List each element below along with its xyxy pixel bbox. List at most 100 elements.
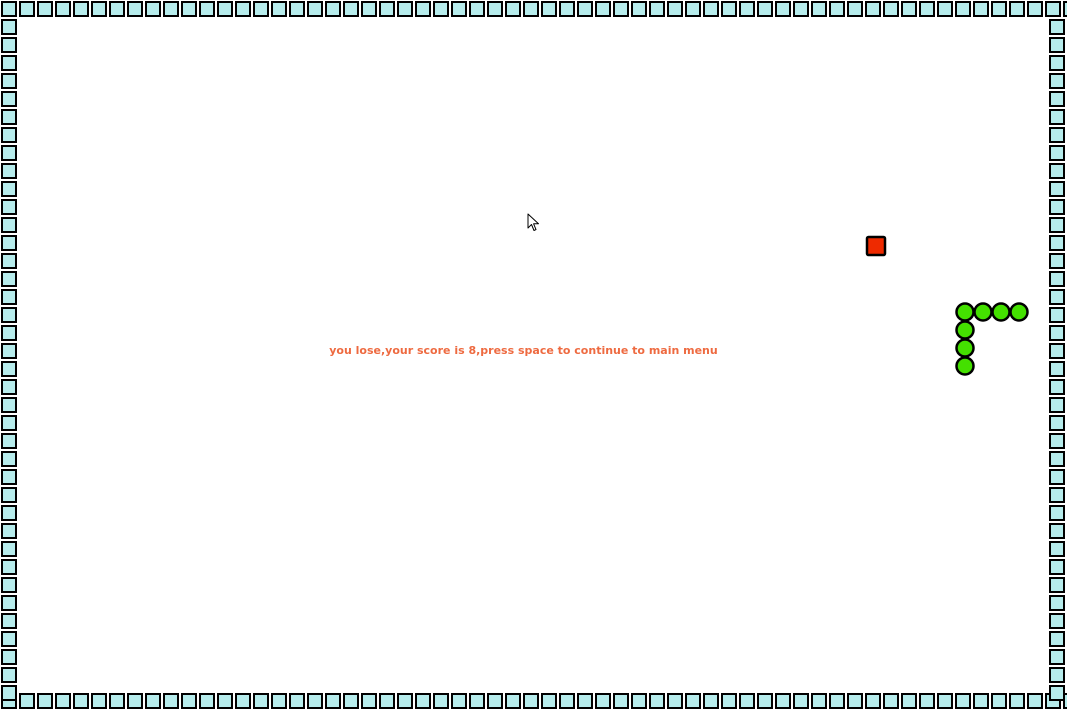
wall-tile (1049, 415, 1065, 431)
wall-tile (541, 693, 557, 709)
wall-tile (865, 1, 881, 17)
wall-tile (829, 1, 845, 17)
wall-tile (667, 1, 683, 17)
wall-tile (793, 1, 809, 17)
wall-tile (325, 693, 341, 709)
snake-segment (955, 302, 975, 322)
wall-tile (1, 397, 17, 413)
wall-tile (1, 271, 17, 287)
wall-tile (469, 1, 485, 17)
wall-tile (217, 693, 233, 709)
wall-tile (541, 1, 557, 17)
wall-tile (631, 693, 647, 709)
wall-tile (523, 693, 539, 709)
wall-tile (1049, 397, 1065, 413)
wall-tile (685, 1, 701, 17)
wall-tile (1049, 541, 1065, 557)
wall-tile (1, 19, 17, 35)
wall-tile (1049, 217, 1065, 233)
wall-tile (1049, 199, 1065, 215)
wall-tile (199, 693, 215, 709)
wall-tile (757, 693, 773, 709)
wall-tile (505, 1, 521, 17)
game-window: you lose,your score is 8,press space to … (0, 0, 1067, 711)
wall-tile (955, 1, 971, 17)
wall-tile (181, 693, 197, 709)
snake-segment (991, 302, 1011, 322)
wall-tile (1, 127, 17, 143)
wall-tile (1045, 1, 1061, 17)
wall-tile (811, 1, 827, 17)
wall-tile (1049, 451, 1065, 467)
wall-tile (613, 1, 629, 17)
wall-tile (451, 1, 467, 17)
wall-tile (271, 1, 287, 17)
wall-tile (811, 693, 827, 709)
wall-tile (1049, 253, 1065, 269)
snake-segment (955, 320, 975, 340)
wall-tile (1049, 523, 1065, 539)
wall-tile (109, 1, 125, 17)
wall-tile (1049, 361, 1065, 377)
wall-tile (1, 109, 17, 125)
food-item (865, 235, 887, 257)
wall-tile (1, 379, 17, 395)
wall-tile (1, 685, 17, 701)
wall-tile (739, 693, 755, 709)
wall-tile (1, 37, 17, 53)
wall-tile (271, 693, 287, 709)
wall-tile (559, 1, 575, 17)
wall-tile (1049, 469, 1065, 485)
wall-tile (847, 1, 863, 17)
wall-tile (469, 693, 485, 709)
wall-tile (19, 1, 35, 17)
wall-tile (1049, 433, 1065, 449)
wall-tile (1, 73, 17, 89)
wall-tile (523, 1, 539, 17)
wall-tile (145, 693, 161, 709)
wall-tile (703, 1, 719, 17)
wall-tile (1, 523, 17, 539)
wall-tile (127, 693, 143, 709)
wall-tile (487, 1, 503, 17)
snake (955, 302, 1029, 376)
wall-tile (1049, 667, 1065, 683)
wall-tile (937, 1, 953, 17)
wall-tile (793, 693, 809, 709)
wall-tile (1, 253, 17, 269)
wall-tile (1027, 693, 1043, 709)
wall-tile (1049, 19, 1065, 35)
wall-tile (775, 1, 791, 17)
wall-tile (1, 361, 17, 377)
wall-tile (343, 693, 359, 709)
wall-tile (37, 1, 53, 17)
wall-tile (127, 1, 143, 17)
wall-tile (1, 235, 17, 251)
wall-tile (1009, 1, 1025, 17)
wall-tile (919, 693, 935, 709)
wall-tile (505, 693, 521, 709)
wall-tile (1, 1, 17, 17)
wall-tile (829, 693, 845, 709)
wall-tile (1049, 595, 1065, 611)
wall-tile (739, 1, 755, 17)
wall-tile (631, 1, 647, 17)
wall-tile (901, 1, 917, 17)
wall-tile (703, 693, 719, 709)
wall-tile (433, 693, 449, 709)
wall-tile (379, 1, 395, 17)
wall-tile (1049, 289, 1065, 305)
wall-tile (1, 217, 17, 233)
wall-tile (973, 693, 989, 709)
wall-tile (1049, 325, 1065, 341)
wall-tile (1049, 127, 1065, 143)
wall-tile (1, 163, 17, 179)
wall-tile (1, 577, 17, 593)
wall-tile (1, 595, 17, 611)
wall-tile (595, 1, 611, 17)
wall-tile (667, 693, 683, 709)
wall-tile (163, 1, 179, 17)
wall-tile (955, 693, 971, 709)
wall-tile (1049, 145, 1065, 161)
wall-tile (721, 693, 737, 709)
